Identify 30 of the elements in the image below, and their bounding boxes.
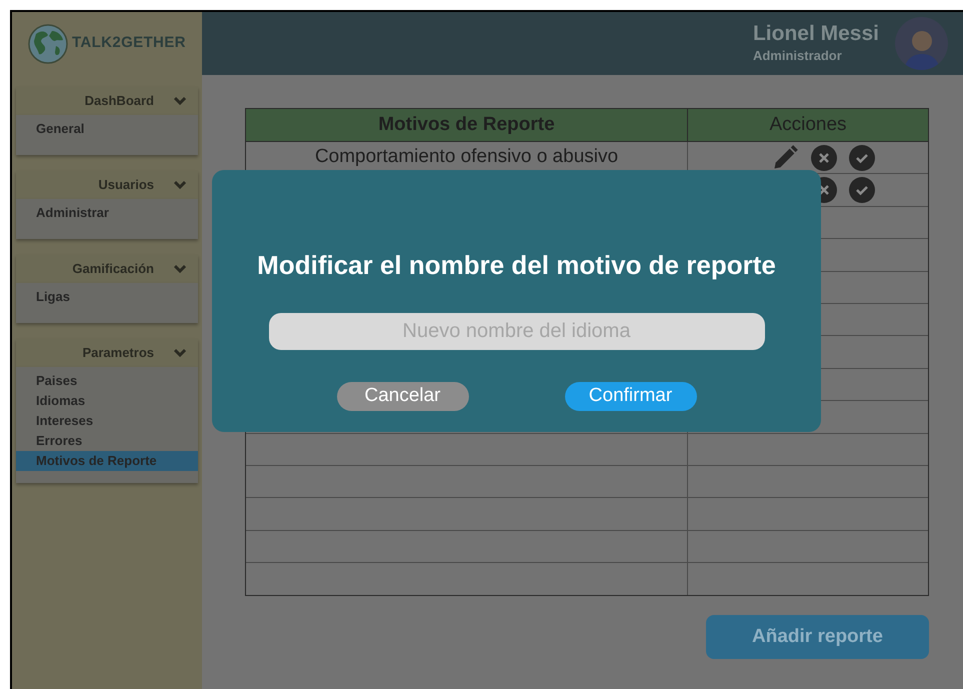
brand-name: TALK2GETHER	[72, 33, 186, 54]
check-icon[interactable]	[849, 144, 875, 171]
user-name: Lionel Messi	[752, 22, 879, 46]
chevron-down-icon	[174, 264, 186, 274]
globe-icon	[28, 24, 68, 64]
chevron-down-icon	[174, 96, 186, 106]
check-icon[interactable]	[849, 177, 875, 204]
sidebar-item[interactable]: Errores	[16, 431, 198, 451]
sidebar-section-header[interactable]: Parametros	[16, 339, 198, 367]
sidebar-section-header[interactable]: Gamificación	[16, 255, 198, 283]
sidebar-item[interactable]: Idiomas	[16, 391, 198, 411]
column-header: Motivos de Reporte	[246, 109, 688, 141]
user-role: Administrador	[752, 46, 843, 65]
dialog-title: Modificar el nombre del motivo de reporte	[257, 249, 776, 282]
sidebar-item[interactable]: Paises	[16, 371, 198, 391]
add-report-button[interactable]: Añadir reporte	[706, 615, 929, 660]
sidebar-item[interactable]: Ligas	[16, 287, 198, 307]
sidebar-section-header[interactable]: Usuarios	[16, 171, 198, 199]
cancel-button[interactable]: Cancelar	[336, 382, 468, 411]
sidebar-item[interactable]: Intereses	[16, 411, 198, 431]
chevron-down-icon	[174, 180, 186, 190]
sidebar-item[interactable]: Motivos de Reporte	[16, 451, 198, 471]
column-header: Acciones	[768, 112, 848, 137]
close-icon[interactable]	[811, 144, 837, 171]
sidebar-section-header[interactable]: DashBoard	[16, 87, 198, 115]
confirm-button[interactable]: Confirmar	[564, 382, 696, 411]
sidebar-item[interactable]: Administrar	[16, 203, 198, 223]
chevron-down-icon	[174, 348, 186, 358]
sidebar-item[interactable]: General	[16, 119, 198, 139]
table-cell-text: Comportamiento ofensivo o abusivo	[314, 145, 618, 170]
